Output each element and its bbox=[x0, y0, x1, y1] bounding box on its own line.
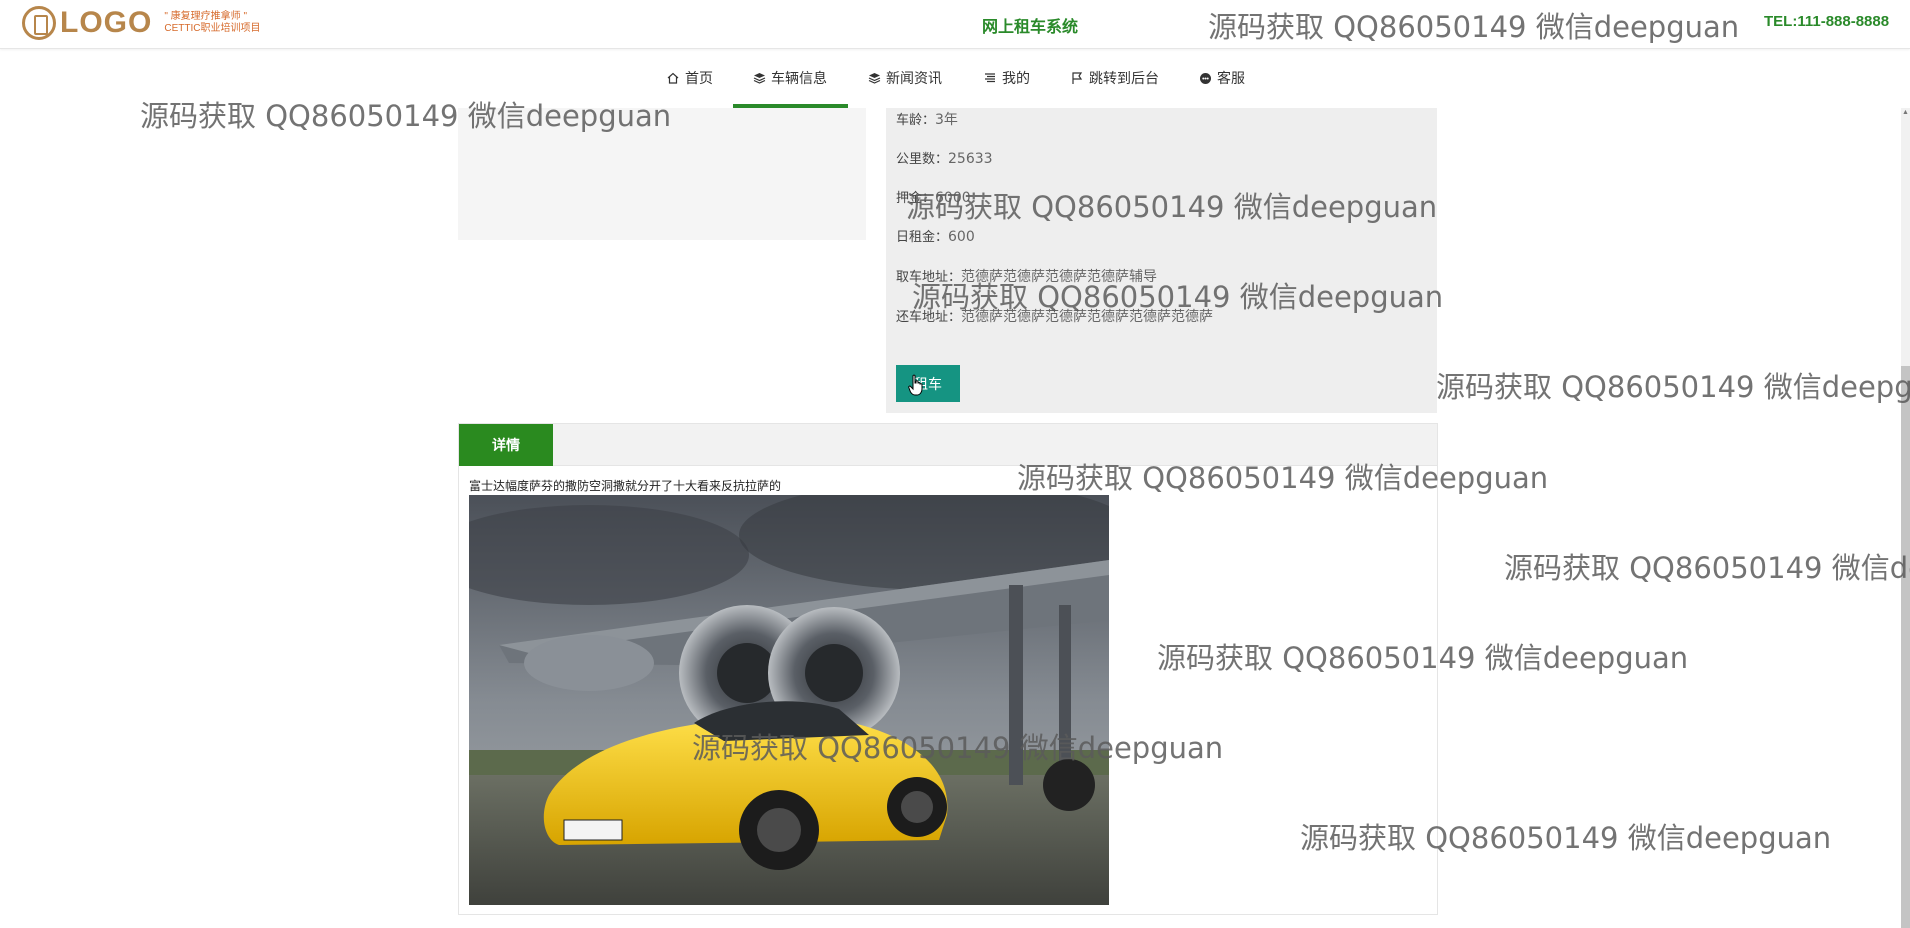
car-age-label: 车龄： bbox=[896, 113, 936, 128]
flag-icon bbox=[1070, 71, 1084, 85]
site-logo[interactable]: LOGO " 康复理疗推拿师 " CETTIC职业培训项目 bbox=[22, 6, 260, 40]
list-icon bbox=[983, 71, 997, 85]
car-pickup-value: 范德萨范德萨范德萨范德萨辅导 bbox=[961, 269, 1158, 285]
nav-label-home: 首页 bbox=[685, 71, 713, 87]
car-daily-rent-value: 600 bbox=[948, 229, 975, 245]
car-mileage-label: 公里数： bbox=[896, 152, 949, 167]
nav-label-admin: 跳转到后台 bbox=[1089, 71, 1159, 87]
car-deposit-row: 押金：6000 bbox=[896, 187, 971, 206]
car-pickup-row: 取车地址：范德萨范德萨范德萨范德萨辅导 bbox=[896, 266, 1157, 286]
logo-tagline: " 康复理疗推拿师 " CETTIC职业培训项目 bbox=[164, 11, 260, 35]
details-panel: 详情 富士达幅度萨芬的撒防空洞撒就分开了十大看来反抗拉萨的 bbox=[458, 423, 1438, 915]
nav-label-news: 新闻资讯 bbox=[886, 71, 942, 87]
nav-item-mine[interactable]: 我的 bbox=[983, 68, 1030, 88]
car-thumbnail-area bbox=[458, 108, 866, 240]
nav-label-vehicles: 车辆信息 bbox=[771, 71, 827, 87]
car-mileage-row: 公里数：25633 bbox=[896, 148, 993, 167]
tab-details[interactable]: 详情 bbox=[459, 424, 553, 466]
logo-emblem-icon bbox=[22, 6, 56, 40]
car-daily-rent-label: 日租金： bbox=[896, 230, 949, 245]
layers-icon bbox=[752, 71, 766, 85]
nav-item-home[interactable]: 首页 bbox=[666, 68, 713, 88]
main-nav: 首页 车辆信息 新闻资讯 我的 跳转到后台 客服 bbox=[0, 50, 1910, 108]
nav-label-mine: 我的 bbox=[1002, 71, 1030, 87]
scroll-up-arrow-icon[interactable]: ▲ bbox=[1901, 108, 1910, 118]
car-daily-rent-row: 日租金：600 bbox=[896, 226, 975, 245]
car-age-value: 3年 bbox=[935, 112, 958, 128]
top-header: LOGO " 康复理疗推拿师 " CETTIC职业培训项目 网上租车系统 TEL… bbox=[0, 0, 1910, 49]
car-photo bbox=[469, 495, 1109, 905]
watermark-text: 源码获取 QQ86050149 微信deepguan bbox=[1436, 370, 1910, 404]
nav-label-service: 客服 bbox=[1217, 71, 1245, 87]
car-deposit-label: 押金： bbox=[896, 191, 936, 206]
car-return-label: 还车地址： bbox=[896, 310, 962, 325]
car-mileage-value: 25633 bbox=[948, 151, 993, 167]
car-pickup-label: 取车地址： bbox=[896, 270, 962, 285]
car-info-panel: 车龄：3年 公里数：25633 押金：6000 日租金：600 取车地址：范德萨… bbox=[886, 108, 1437, 413]
chat-icon bbox=[1198, 71, 1212, 85]
page-scrollbar-thumb[interactable] bbox=[1901, 366, 1910, 928]
car-deposit-value: 6000 bbox=[935, 190, 971, 206]
nav-item-admin[interactable]: 跳转到后台 bbox=[1070, 68, 1159, 88]
watermark-text: 源码获取 QQ86050149 微信deepguan bbox=[1504, 551, 1910, 585]
car-age-row: 车龄：3年 bbox=[896, 109, 958, 129]
nav-item-service[interactable]: 客服 bbox=[1198, 68, 1245, 88]
nav-item-vehicles[interactable]: 车辆信息 bbox=[752, 68, 827, 88]
details-description: 富士达幅度萨芬的撒防空洞撒就分开了十大看来反抗拉萨的 bbox=[469, 479, 782, 493]
logo-text: LOGO bbox=[60, 6, 153, 39]
logo-tagline-line2: CETTIC职业培训项目 bbox=[164, 23, 261, 34]
site-title: 网上租车系统 bbox=[982, 17, 1079, 36]
nav-item-news[interactable]: 新闻资讯 bbox=[867, 68, 942, 88]
hand-cursor-icon bbox=[908, 374, 923, 396]
logo-tagline-line1: " 康复理疗推拿师 " bbox=[164, 11, 247, 22]
layers-icon bbox=[867, 71, 881, 85]
car-return-row: 还车地址：范德萨范德萨范德萨范德萨范德萨范德萨 bbox=[896, 306, 1213, 326]
rent-car-button[interactable]: 租车 bbox=[896, 365, 960, 402]
telephone: TEL:111-888-8888 bbox=[1764, 13, 1890, 30]
details-tab-bar: 详情 bbox=[459, 424, 1437, 466]
home-icon bbox=[666, 71, 680, 85]
car-return-value: 范德萨范德萨范德萨范德萨范德萨范德萨 bbox=[961, 309, 1214, 325]
